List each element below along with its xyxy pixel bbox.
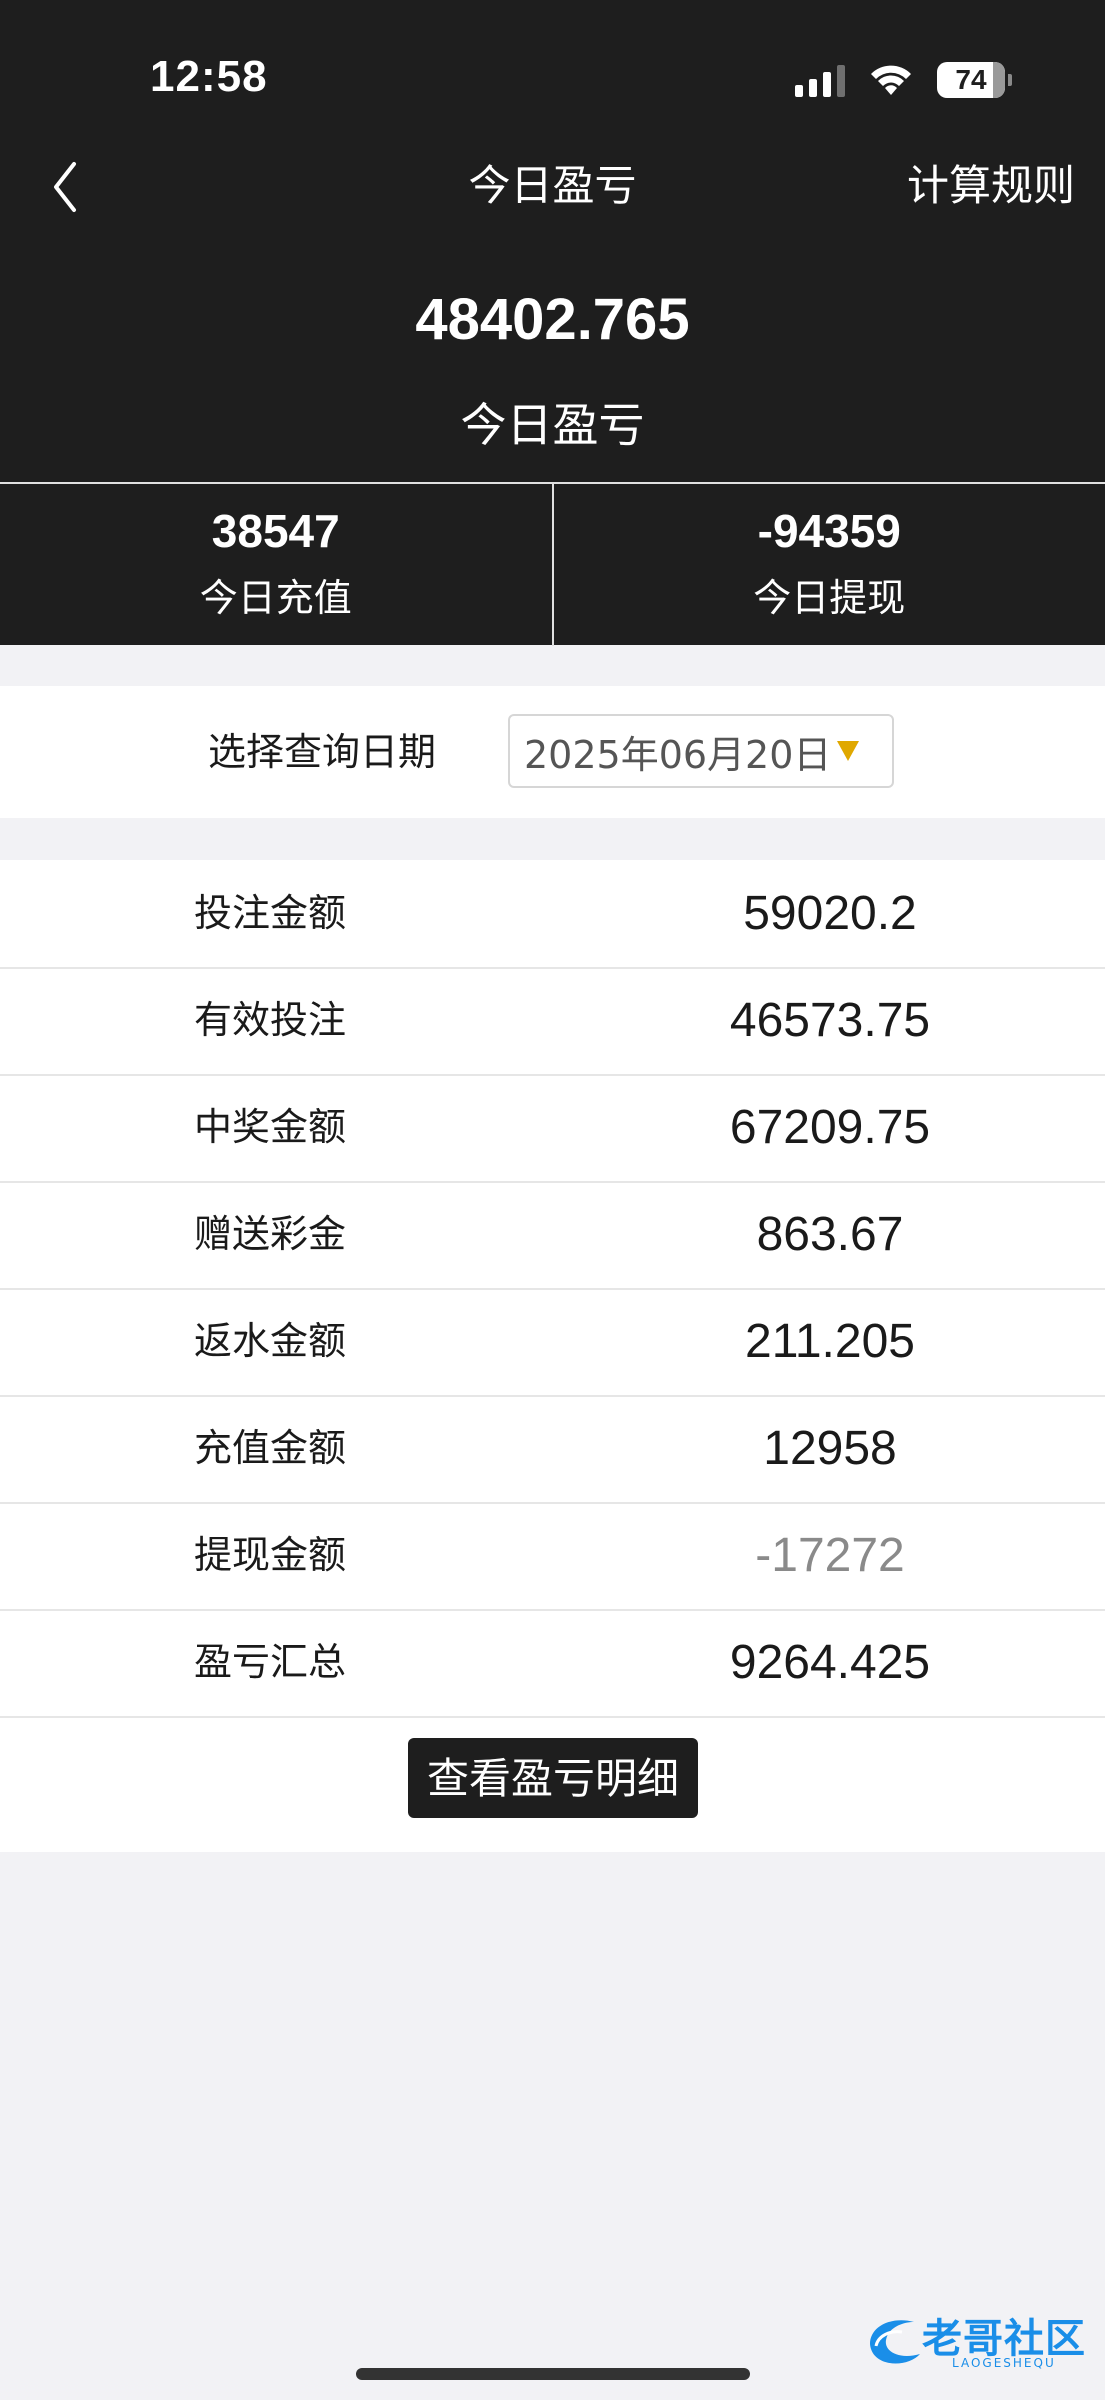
table-row: 中奖金额 67209.75 xyxy=(0,1074,1105,1183)
summary-list: 投注金额 59020.2 有效投注 46573.75 中奖金额 67209.75… xyxy=(0,860,1105,1852)
total-profit-label: 今日盈亏 xyxy=(460,398,645,452)
home-indicator xyxy=(356,2368,750,2380)
withdraw-value: -94359 xyxy=(757,505,901,557)
row-value: 863.67 xyxy=(756,1208,904,1261)
stat-withdraw: -94359 今日提现 xyxy=(551,484,1105,646)
wifi-icon xyxy=(871,65,911,95)
row-label: 有效投注 xyxy=(194,998,347,1042)
watermark: 老哥社区 LAOGESHEQU xyxy=(862,2300,1092,2380)
row-label: 提现金额 xyxy=(194,1533,347,1577)
date-value: 2025年06月20日 xyxy=(524,732,832,777)
stat-recharge: 38547 今日充值 xyxy=(0,484,552,646)
status-icons: 74 xyxy=(795,58,1012,102)
status-time: 12:58 xyxy=(150,52,268,101)
stats-bar: 38547 今日充值 -94359 今日提现 xyxy=(0,482,1105,646)
chevron-left-icon[interactable] xyxy=(40,150,100,224)
caret-down-icon xyxy=(837,741,860,761)
table-row: 赠送彩金 863.67 xyxy=(0,1181,1105,1290)
battery-level: 74 xyxy=(955,64,987,95)
watermark-subtext: LAOGESHEQU xyxy=(952,2356,1056,2370)
date-picker[interactable]: 2025年06月20日 xyxy=(508,714,894,788)
table-row: 投注金额 59020.2 xyxy=(0,860,1105,969)
table-row: 返水金额 211.205 xyxy=(0,1288,1105,1397)
total-profit-value: 48402.765 xyxy=(415,287,690,352)
table-row: 提现金额 -17272 xyxy=(0,1502,1105,1611)
row-label: 投注金额 xyxy=(194,891,347,935)
battery-icon: 74 xyxy=(937,62,1012,98)
row-value: 46573.75 xyxy=(729,994,931,1047)
row-label: 中奖金额 xyxy=(194,1105,347,1149)
row-value: 9264.425 xyxy=(729,1636,931,1689)
table-row: 充值金额 12958 xyxy=(0,1395,1105,1504)
withdraw-label: 今日提现 xyxy=(753,576,906,620)
calculation-rules-link[interactable]: 计算规则 xyxy=(907,156,1075,216)
row-value: 12958 xyxy=(763,1422,897,1475)
row-value: 211.205 xyxy=(745,1315,915,1368)
header: 12:58 74 今日盈亏 计算规则 48402.765 今日盈亏 38547 … xyxy=(0,0,1105,646)
row-label: 盈亏汇总 xyxy=(194,1640,347,1684)
row-value: -17272 xyxy=(755,1529,905,1582)
view-profit-details-button[interactable]: 查看盈亏明细 xyxy=(408,1738,698,1818)
row-value: 67209.75 xyxy=(729,1101,931,1154)
date-filter-label: 选择查询日期 xyxy=(208,730,437,774)
signal-icon xyxy=(795,63,845,97)
row-label: 赠送彩金 xyxy=(194,1212,347,1256)
recharge-value: 38547 xyxy=(211,505,340,557)
row-label: 充值金额 xyxy=(194,1426,347,1470)
table-row: 有效投注 46573.75 xyxy=(0,967,1105,1076)
recharge-label: 今日充值 xyxy=(199,576,352,620)
table-row: 盈亏汇总 9264.425 xyxy=(0,1609,1105,1718)
date-filter-card: 选择查询日期 2025年06月20日 xyxy=(0,686,1105,818)
row-label: 返水金额 xyxy=(194,1319,347,1363)
row-value: 59020.2 xyxy=(743,887,917,940)
